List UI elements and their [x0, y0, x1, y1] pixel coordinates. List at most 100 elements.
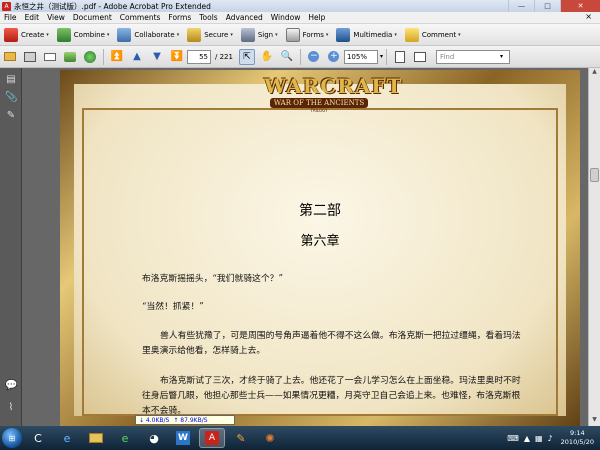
network-icon[interactable]: ▦ [535, 434, 543, 443]
combine-icon [56, 27, 71, 42]
taskbar-paint[interactable]: ✎ [228, 428, 254, 448]
attachments-panel-icon[interactable]: 📎 [5, 92, 17, 104]
scroll-down-icon[interactable]: ▼ [589, 416, 600, 426]
menu-tools[interactable]: Tools [195, 13, 221, 22]
taskbar-acrobat[interactable]: A [199, 428, 225, 448]
menu-file[interactable]: File [0, 13, 21, 22]
last-page-button[interactable]: ⏬ [169, 49, 185, 65]
magnifier-icon: 🔍 [280, 51, 294, 62]
menu-bar: File Edit View Document Comments Forms T… [0, 12, 600, 24]
clock[interactable]: 9:14 2010/5/20 [561, 429, 594, 447]
next-page-button[interactable]: ▼ [149, 49, 165, 65]
menu-advanced[interactable]: Advanced [222, 13, 267, 22]
taskbar-browser[interactable]: e [112, 428, 138, 448]
multimedia-button[interactable]: Multimedia ▾ [332, 26, 400, 44]
warcraft-logo: WARCRAFT WAR OF THE ANCIENTS TRILOGY [264, 74, 403, 120]
create-label: Create [21, 30, 45, 39]
previous-page-button[interactable]: ▲ [129, 49, 145, 65]
acrobat-icon: A [205, 431, 219, 445]
toolbar-separator [299, 48, 301, 65]
refresh-button[interactable] [82, 49, 98, 65]
zoom-in-icon: + [328, 51, 340, 62]
taskbar-refresh[interactable]: C [25, 428, 51, 448]
zoom-in-button[interactable]: + [326, 49, 342, 65]
comments-panel-icon[interactable]: 💬 [5, 380, 17, 392]
document-view[interactable]: WARCRAFT WAR OF THE ANCIENTS TRILOGY 第二部… [22, 68, 588, 426]
collaborate-button[interactable]: Collaborate ▾ [113, 26, 183, 44]
zoom-out-button[interactable]: − [306, 49, 322, 65]
vertical-scrollbar[interactable]: ▲ ▼ [588, 68, 600, 426]
secure-button[interactable]: Secure ▾ [183, 26, 237, 44]
create-button[interactable]: Create ▾ [0, 26, 53, 44]
paragraph: 兽人有些犹豫了，可是周围的号角声逼着他不得不这么做。布洛克斯一把拉过缰绳，看着玛… [142, 331, 521, 356]
menu-edit[interactable]: Edit [21, 13, 44, 22]
start-button[interactable]: ⊞ [2, 428, 22, 448]
zoom-level-input[interactable]: 105% [343, 49, 378, 64]
menu-comments[interactable]: Comments [116, 13, 165, 22]
upload-button[interactable] [62, 49, 78, 65]
last-page-icon: ⏬ [170, 51, 184, 62]
ie-icon: e [63, 431, 71, 445]
scrollbar-thumb[interactable] [590, 168, 599, 182]
comment-button[interactable]: Comment ▾ [401, 26, 465, 44]
open-button[interactable] [2, 49, 18, 65]
menu-help[interactable]: Help [304, 13, 329, 22]
volume-icon[interactable]: ♪ [548, 434, 553, 443]
menu-forms[interactable]: Forms [164, 13, 195, 22]
pages-panel-icon[interactable]: ▤ [5, 74, 17, 86]
taskbar-app[interactable]: ✺ [257, 428, 283, 448]
lock-icon [187, 27, 202, 42]
zoom-dropdown-icon[interactable]: ▾ [380, 53, 383, 60]
expand-tray-icon[interactable]: ▲ [524, 434, 530, 443]
secure-label: Secure [204, 30, 229, 39]
multimedia-label: Multimedia [353, 30, 393, 39]
close-document-button[interactable]: × [581, 12, 596, 21]
folder-icon [89, 433, 103, 443]
page-number-input[interactable]: 55 [187, 49, 211, 64]
signatures-panel-icon[interactable]: ✎ [5, 110, 17, 122]
taskbar-explorer[interactable] [83, 428, 109, 448]
fit-width-button[interactable] [412, 49, 428, 65]
taskbar-word[interactable]: W [170, 428, 196, 448]
minimize-button[interactable]: — [508, 0, 534, 12]
forms-button[interactable]: Forms ▾ [282, 26, 333, 44]
sign-button[interactable]: Sign ▾ [237, 26, 282, 44]
find-dropdown-icon[interactable]: ▾ [500, 53, 503, 60]
taskbar-qq[interactable]: ◕ [141, 428, 167, 448]
close-button[interactable]: ✕ [560, 0, 600, 12]
menu-window[interactable]: Window [267, 13, 305, 22]
logo-title: WARCRAFT [264, 74, 403, 98]
network-speed-widget: ↓ 4.0KB/S ↑ 87.9KB/S [135, 415, 235, 425]
email-button[interactable] [42, 49, 58, 65]
part-heading: 第二部 [299, 203, 341, 219]
keyboard-icon[interactable]: ⌨ [507, 434, 519, 443]
navigation-toolbar: ⏫ ▲ ▼ ⏬ 55 / 221 ⇱ ✋ 🔍 − + 105% ▾ Find ▾ [0, 46, 600, 68]
combine-label: Combine [73, 30, 105, 39]
fit-page-button[interactable] [392, 49, 408, 65]
arrow-up-icon: ▲ [133, 51, 141, 62]
chevron-down-icon: ▾ [106, 31, 110, 38]
chapter-heading: 第六章 [300, 234, 340, 249]
toolbar-separator [385, 48, 387, 65]
menu-document[interactable]: Document [69, 13, 116, 22]
form-icon [285, 27, 300, 42]
chevron-down-icon: ▾ [458, 31, 461, 38]
print-button[interactable] [22, 49, 38, 65]
acrobat-icon: A [2, 1, 11, 11]
chevron-down-icon: ▾ [46, 31, 49, 38]
maximize-button[interactable]: □ [534, 0, 560, 12]
marquee-zoom-button[interactable]: 🔍 [279, 49, 295, 65]
select-tool-button[interactable]: ⇱ [238, 48, 255, 65]
browser-icon: e [121, 431, 129, 445]
find-input[interactable]: Find [435, 49, 510, 64]
combine-button[interactable]: Combine ▾ [53, 26, 114, 44]
upload-icon [64, 51, 76, 62]
paperclip-icon[interactable]: ⌇ [5, 402, 17, 414]
clock-date: 2010/5/20 [560, 438, 594, 446]
first-page-button[interactable]: ⏫ [109, 49, 125, 65]
hand-tool-button[interactable]: ✋ [259, 49, 275, 65]
menu-view[interactable]: View [43, 13, 69, 22]
taskbar-internet-explorer[interactable]: e [54, 428, 80, 448]
scroll-up-icon[interactable]: ▲ [589, 68, 600, 78]
globe-icon [84, 50, 96, 63]
